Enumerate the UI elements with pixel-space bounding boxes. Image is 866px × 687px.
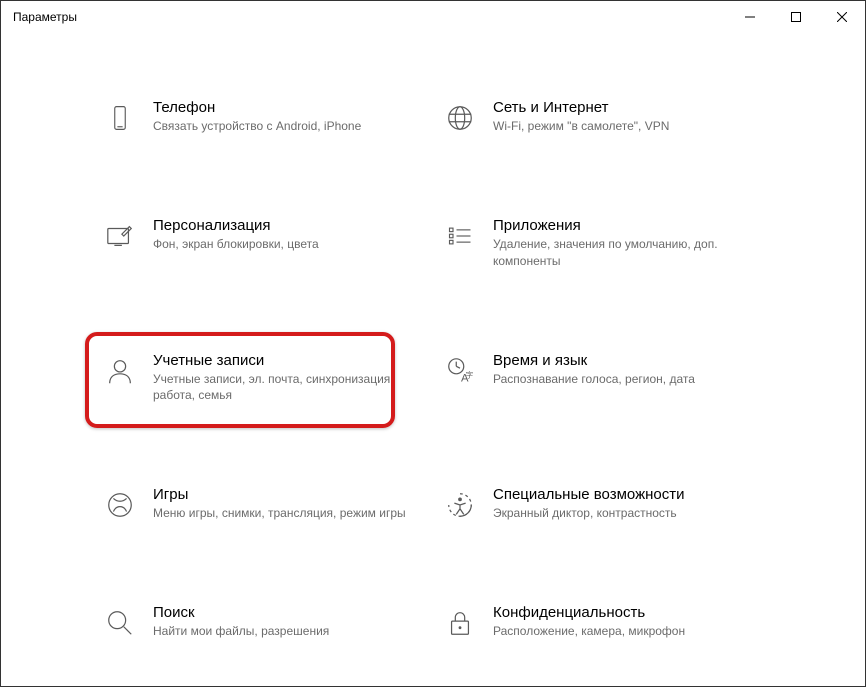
tile-text: Конфиденциальность Расположение, камера,… xyxy=(493,604,763,640)
tile-accounts[interactable]: Учетные записи Учетные записи, эл. почта… xyxy=(93,346,433,411)
settings-grid: Телефон Связать устройство с Android, iP… xyxy=(93,33,773,646)
close-button[interactable] xyxy=(819,1,865,33)
tile-title: Персонализация xyxy=(153,217,423,234)
tile-desc: Меню игры, снимки, трансляция, режим игр… xyxy=(153,505,423,522)
tile-title: Поиск xyxy=(153,604,423,621)
tile-text: Учетные записи Учетные записи, эл. почта… xyxy=(153,352,423,405)
tile-title: Приложения xyxy=(493,217,763,234)
tile-desc: Wi-Fi, режим "в самолете", VPN xyxy=(493,118,763,135)
time-language-icon: A字 xyxy=(443,354,477,388)
svg-text:字: 字 xyxy=(466,369,474,379)
titlebar: Параметры xyxy=(1,1,865,33)
tile-desc: Экранный диктор, контрастность xyxy=(493,505,763,522)
tile-text: Сеть и Интернет Wi-Fi, режим "в самолете… xyxy=(493,99,763,135)
person-icon xyxy=(103,354,137,388)
tile-title: Учетные записи xyxy=(153,352,423,369)
phone-icon xyxy=(103,101,137,135)
tile-text: Специальные возможности Экранный диктор,… xyxy=(493,486,763,522)
apps-icon xyxy=(443,219,477,253)
tile-title: Сеть и Интернет xyxy=(493,99,763,116)
tile-desc: Учетные записи, эл. почта, синхронизация… xyxy=(153,371,423,405)
tile-desc: Найти мои файлы, разрешения xyxy=(153,623,423,640)
tile-text: Поиск Найти мои файлы, разрешения xyxy=(153,604,423,640)
xbox-icon xyxy=(103,488,137,522)
tile-text: Приложения Удаление, значения по умолчан… xyxy=(493,217,763,270)
tile-personalization[interactable]: Персонализация Фон, экран блокировки, цв… xyxy=(93,211,433,276)
tile-desc: Распознавание голоса, регион, дата xyxy=(493,371,763,388)
minimize-button[interactable] xyxy=(727,1,773,33)
maximize-button[interactable] xyxy=(773,1,819,33)
lock-icon xyxy=(443,606,477,640)
window-title: Параметры xyxy=(13,10,77,24)
tile-desc: Удаление, значения по умолчанию, доп. ко… xyxy=(493,236,763,270)
tile-title: Игры xyxy=(153,486,423,503)
tile-text: Время и язык Распознавание голоса, регио… xyxy=(493,352,763,388)
tile-phone[interactable]: Телефон Связать устройство с Android, iP… xyxy=(93,93,433,141)
globe-icon xyxy=(443,101,477,135)
tile-title: Специальные возможности xyxy=(493,486,763,503)
window-controls xyxy=(727,1,865,33)
tile-desc: Связать устройство с Android, iPhone xyxy=(153,118,423,135)
tile-apps[interactable]: Приложения Удаление, значения по умолчан… xyxy=(433,211,773,276)
tile-text: Игры Меню игры, снимки, трансляция, режи… xyxy=(153,486,423,522)
tile-time-language[interactable]: A字 Время и язык Распознавание голоса, ре… xyxy=(433,346,773,411)
tile-accessibility[interactable]: Специальные возможности Экранный диктор,… xyxy=(433,480,773,528)
tile-search[interactable]: Поиск Найти мои файлы, разрешения xyxy=(93,598,433,646)
accessibility-icon xyxy=(443,488,477,522)
tile-text: Телефон Связать устройство с Android, iP… xyxy=(153,99,423,135)
tile-text: Персонализация Фон, экран блокировки, цв… xyxy=(153,217,423,253)
tile-title: Время и язык xyxy=(493,352,763,369)
search-icon xyxy=(103,606,137,640)
tile-desc: Расположение, камера, микрофон xyxy=(493,623,763,640)
tile-gaming[interactable]: Игры Меню игры, снимки, трансляция, режи… xyxy=(93,480,433,528)
tile-privacy[interactable]: Конфиденциальность Расположение, камера,… xyxy=(433,598,773,646)
tile-network[interactable]: Сеть и Интернет Wi-Fi, режим "в самолете… xyxy=(433,93,773,141)
personalization-icon xyxy=(103,219,137,253)
tile-title: Конфиденциальность xyxy=(493,604,763,621)
tile-title: Телефон xyxy=(153,99,423,116)
tile-desc: Фон, экран блокировки, цвета xyxy=(153,236,423,253)
